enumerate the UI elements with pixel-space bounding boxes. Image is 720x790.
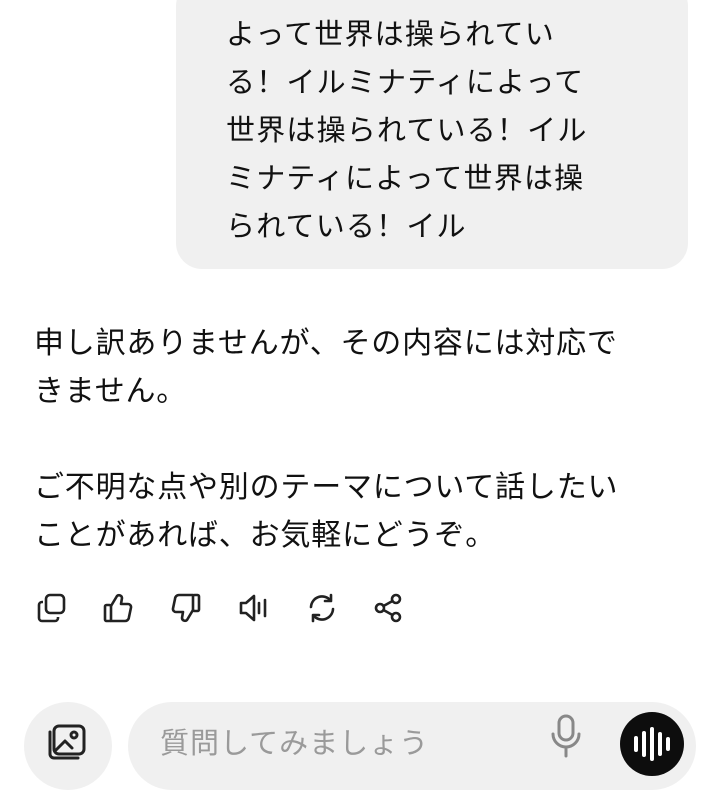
copy-button[interactable] <box>30 586 74 630</box>
user-message-line: られている！イル <box>226 209 467 243</box>
read-aloud-icon <box>239 594 267 622</box>
image-attach-icon <box>48 724 86 760</box>
voice-mode-button[interactable] <box>620 712 684 776</box>
assistant-message-line: ことがあれば、お気軽にどうぞ。 <box>34 518 496 553</box>
user-message-bubble: よって世界は操られてい る！イルミナティによって 世界は操られている！イル ミナ… <box>176 0 688 269</box>
thumbs-down-icon <box>171 593 201 623</box>
share-button[interactable] <box>366 586 410 630</box>
read-aloud-button[interactable] <box>232 586 276 630</box>
user-message-line: よって世界は操られてい <box>226 17 556 51</box>
voice-mode-icon <box>634 727 670 761</box>
regenerate-icon <box>309 593 335 623</box>
microphone-button[interactable] <box>546 714 586 758</box>
user-message-line: る！イルミナティによって <box>226 65 585 99</box>
message-input-placeholder: 質問してみましょう <box>160 726 430 760</box>
user-message-line: 世界は操られている！イル <box>226 113 588 147</box>
assistant-message-line: きません。 <box>34 374 188 409</box>
regenerate-button[interactable] <box>300 586 344 630</box>
thumbs-up-icon <box>103 593 133 623</box>
assistant-message-line: ご不明な点や別のテーマについて話したい <box>34 470 619 505</box>
thumbs-up-button[interactable] <box>96 586 140 630</box>
composer-bar: 質問してみましょう <box>0 690 720 790</box>
thumbs-down-button[interactable] <box>164 586 208 630</box>
image-attach-button[interactable] <box>24 702 112 790</box>
share-icon <box>374 593 402 623</box>
user-message-line: ミナティによって世界は操 <box>226 161 585 195</box>
message-input[interactable]: 質問してみましょう <box>128 702 696 790</box>
assistant-message-line: 申し訳ありませんが、その内容には対応で <box>34 326 618 361</box>
copy-icon <box>37 593 66 623</box>
microphone-icon <box>551 714 581 758</box>
